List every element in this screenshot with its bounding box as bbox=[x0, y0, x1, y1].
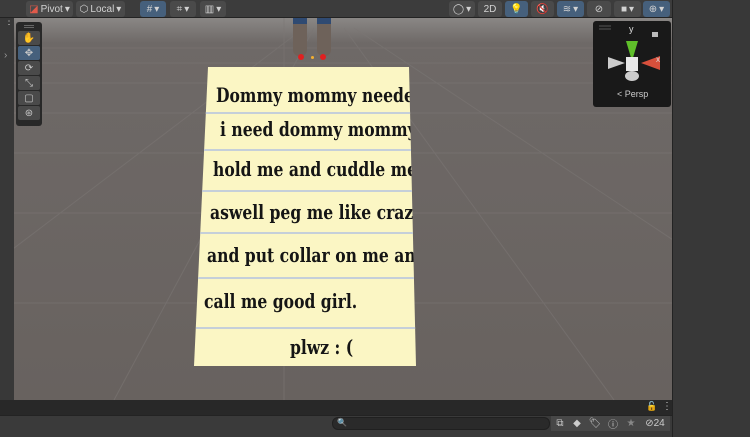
pivot-icon: ◪ bbox=[29, 3, 39, 15]
rotate-icon: ⟳ bbox=[24, 62, 34, 74]
gizmos-dropdown[interactable]: ⊕ ▾ bbox=[643, 1, 670, 17]
transform-icon: ⊛ bbox=[24, 107, 34, 119]
drag-handle[interactable] bbox=[24, 25, 34, 28]
more-menu-icon[interactable]: ⋮ bbox=[662, 401, 672, 412]
align-icon: ▥ bbox=[204, 3, 215, 15]
rect-tool[interactable]: ▢ bbox=[18, 91, 40, 105]
local-label: Local bbox=[90, 3, 115, 15]
scene-view[interactable] bbox=[14, 18, 672, 400]
pivot-label: Pivot bbox=[40, 3, 63, 15]
y-axis-label: y bbox=[629, 24, 634, 34]
orientation-gizmo[interactable]: y x < Persp bbox=[593, 21, 671, 107]
x-axis-label: x bbox=[656, 55, 660, 64]
search-icon: 🔍 bbox=[337, 418, 347, 427]
filter-type-button[interactable]: ◆ bbox=[568, 416, 586, 431]
effects-icon: ≋ bbox=[562, 3, 572, 15]
grid-icon: # bbox=[146, 3, 153, 15]
expand-chevron-icon[interactable]: › bbox=[4, 50, 7, 61]
align-button[interactable]: ▥ ▾ bbox=[200, 1, 226, 17]
bottom-panel-header: 🔓 ⋮ bbox=[0, 400, 672, 415]
increment-snap-button[interactable]: ⌗ ▾ bbox=[170, 1, 196, 17]
projection-toggle[interactable]: < Persp bbox=[617, 89, 648, 99]
audio-toggle[interactable]: 🔇 bbox=[531, 1, 554, 17]
visibility-off-icon: ⊘ bbox=[594, 3, 604, 15]
scale-tool[interactable]: ⤡ bbox=[18, 76, 40, 90]
grid-snap-button[interactable]: # ▾ bbox=[140, 1, 166, 17]
move-tool[interactable]: ✥ bbox=[18, 46, 40, 60]
tag-icon: 🏷 bbox=[588, 418, 602, 429]
rect-icon: ▢ bbox=[24, 92, 34, 104]
hidden-count: 24 bbox=[653, 418, 665, 429]
shading-icon: ◯ bbox=[452, 3, 465, 15]
gizmo-globe-icon: ⊕ bbox=[648, 3, 658, 15]
star-icon: ★ bbox=[626, 418, 636, 429]
search-mode-button[interactable]: ⧉ bbox=[551, 416, 569, 431]
hand-icon: ✋ bbox=[22, 32, 36, 44]
character-feet[interactable] bbox=[291, 18, 336, 63]
projection-label: Persp bbox=[624, 89, 649, 99]
scene-grid bbox=[14, 18, 672, 400]
local-dropdown[interactable]: ⬡ Local ▾ bbox=[76, 1, 125, 17]
local-cube-icon: ⬡ bbox=[79, 3, 89, 15]
scene-toolbar: ◪ Pivot ▾ ⬡ Local ▾ # ▾ ⌗ ▾ ▥ ▾ ◯ ▾ 2D 💡 🔇 ≋ ▾ ⊘ … bbox=[0, 0, 672, 18]
camera-dropdown[interactable]: ■ ▾ bbox=[614, 1, 641, 17]
lightbulb-icon: 💡 bbox=[510, 3, 523, 15]
left-strip: ⧉ ⋮ › bbox=[0, 0, 14, 400]
move-icon: ✥ bbox=[24, 47, 34, 59]
scale-icon: ⤡ bbox=[25, 77, 33, 89]
snap-icon: ⌗ bbox=[176, 3, 183, 15]
effects-dropdown[interactable]: ≋ ▾ bbox=[557, 1, 584, 17]
audio-mute-icon: 🔇 bbox=[536, 3, 549, 15]
filter-errors-button[interactable]: ⓘ bbox=[604, 416, 622, 431]
right-panel bbox=[672, 0, 750, 437]
rotate-tool[interactable]: ⟳ bbox=[18, 61, 40, 75]
filter-label-button[interactable]: 🏷 bbox=[586, 416, 604, 431]
hidden-packages-button[interactable]: ⊘ 24 bbox=[640, 416, 670, 431]
eye-off-icon: ⊘ bbox=[645, 418, 654, 429]
hidden-objects-toggle[interactable]: ⊘ bbox=[587, 1, 611, 17]
hand-tool[interactable]: ✋ bbox=[18, 31, 40, 45]
favorites-button[interactable]: ★ bbox=[622, 416, 640, 431]
pivot-dropdown[interactable]: ◪ Pivot ▾ bbox=[26, 1, 73, 17]
search-input[interactable]: 🔍 bbox=[332, 417, 550, 430]
lock-icon[interactable]: 🔓 bbox=[646, 401, 657, 412]
camera-icon: ■ bbox=[620, 3, 627, 15]
toggle-2d-button[interactable]: 2D bbox=[478, 1, 502, 17]
shapes-icon: ◆ bbox=[573, 418, 581, 429]
tools-overlay: ✋ ✥ ⟳ ⤡ ▢ ⊛ bbox=[16, 22, 42, 126]
2d-label: 2D bbox=[483, 3, 497, 15]
transform-tool[interactable]: ⊛ bbox=[18, 106, 40, 120]
draw-mode-button[interactable]: ◯ ▾ bbox=[449, 1, 475, 17]
info-icon: ⓘ bbox=[608, 420, 618, 431]
search-scope-icon: ⧉ bbox=[556, 418, 564, 429]
lighting-toggle[interactable]: 💡 bbox=[505, 1, 528, 17]
